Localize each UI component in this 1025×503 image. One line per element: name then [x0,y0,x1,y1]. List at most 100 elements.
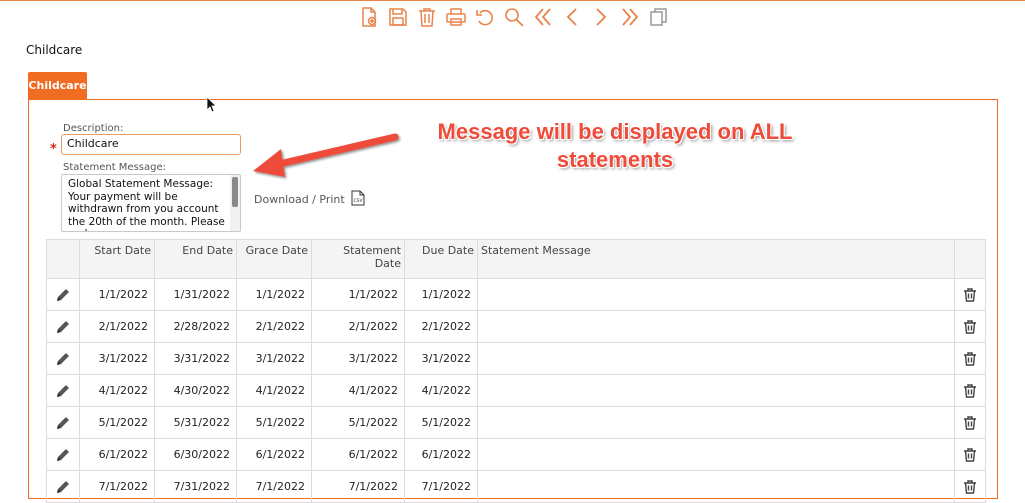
table-row: 6/1/2022 6/30/2022 6/1/2022 6/1/2022 6/1/202… [46,438,986,471]
cell-due-date: 7/1/2022 [404,470,478,503]
previous-icon[interactable] [557,4,586,30]
cell-grace-date: 2/1/2022 [236,310,312,343]
statement-message-field[interactable]: Global Statement Message: Your payment w… [61,174,241,232]
page-title: Childcare [26,43,83,57]
cell-statement-message [477,438,955,471]
first-icon[interactable] [528,4,557,30]
edit-pencil-icon[interactable] [46,470,80,503]
table-row: 5/1/2022 5/31/2022 5/1/2022 5/1/2022 5/1/202… [46,406,986,439]
trash-icon[interactable] [954,310,986,343]
cell-end-date: 4/30/2022 [154,374,237,407]
column-header-end-date: End Date [154,239,237,279]
trash-icon[interactable] [954,374,986,407]
trash-icon[interactable] [954,278,986,311]
statement-message-scrollbar[interactable] [230,175,240,231]
callout-annotation: Message will be displayed on ALL stateme… [437,119,793,172]
copy-icon[interactable] [644,4,673,30]
statement-message-label: Statement Message: [63,162,166,173]
edit-column-header [46,239,80,279]
new-document-icon[interactable] [354,4,383,30]
cell-start-date: 7/1/2022 [79,470,155,503]
column-header-statement-date: Statement Date [311,239,405,279]
cell-statement-date: 6/1/2022 [311,438,405,471]
edit-pencil-icon[interactable] [46,310,80,343]
cell-due-date: 6/1/2022 [404,438,478,471]
mouse-cursor-icon [206,96,217,113]
table-row: 2/1/2022 2/28/2022 2/1/2022 2/1/2022 2/1/202… [46,310,986,343]
cell-grace-date: 5/1/2022 [236,406,312,439]
column-header-statement-message: Statement Message [477,239,955,279]
cell-grace-date: 6/1/2022 [236,438,312,471]
column-header-start-date: Start Date [79,239,155,279]
cell-due-date: 3/1/2022 [404,342,478,375]
cell-statement-message [477,278,955,311]
cell-due-date: 1/1/2022 [404,278,478,311]
required-indicator: * [50,142,57,157]
cell-end-date: 5/31/2022 [154,406,237,439]
edit-pencil-icon[interactable] [46,342,80,375]
description-field[interactable]: Childcare [61,134,241,155]
trash-icon[interactable] [954,470,986,503]
cell-start-date: 1/1/2022 [79,278,155,311]
table-row: 3/1/2022 3/31/2022 3/1/2022 3/1/2022 3/1/202… [46,342,986,375]
trash-icon[interactable] [954,342,986,375]
cell-statement-date: 4/1/2022 [311,374,405,407]
cell-end-date: 1/31/2022 [154,278,237,311]
toolbar [354,4,673,30]
cell-statement-message [477,406,955,439]
cell-statement-date: 2/1/2022 [311,310,405,343]
table-row: 1/1/2022 1/31/2022 1/1/2022 1/1/2022 1/1/202… [46,278,986,311]
cell-end-date: 6/30/2022 [154,438,237,471]
cell-end-date: 2/28/2022 [154,310,237,343]
cell-due-date: 5/1/2022 [404,406,478,439]
print-icon[interactable] [441,4,470,30]
statement-message-text: Global Statement Message: Your payment w… [68,178,225,231]
svg-text:CSV: CSV [353,198,363,204]
cell-start-date: 3/1/2022 [79,342,155,375]
cell-start-date: 4/1/2022 [79,374,155,407]
trash-icon[interactable] [954,438,986,471]
top-border [0,0,1025,1]
next-icon[interactable] [586,4,615,30]
cell-end-date: 3/31/2022 [154,342,237,375]
tab-childcare[interactable]: Childcare [28,72,87,99]
cell-statement-date: 7/1/2022 [311,470,405,503]
search-icon[interactable] [499,4,528,30]
callout-arrow [253,133,399,177]
delete-column-header [954,239,986,279]
trash-icon[interactable] [954,406,986,439]
cell-statement-date: 1/1/2022 [311,278,405,311]
column-header-grace-date: Grace Date [236,239,312,279]
cell-statement-date: 3/1/2022 [311,342,405,375]
cell-end-date: 7/31/2022 [154,470,237,503]
cell-start-date: 5/1/2022 [79,406,155,439]
cell-statement-message [477,470,955,503]
cell-due-date: 4/1/2022 [404,374,478,407]
edit-pencil-icon[interactable] [46,278,80,311]
download-print-label: Download / Print [254,193,345,206]
cell-start-date: 2/1/2022 [79,310,155,343]
edit-pencil-icon[interactable] [46,374,80,407]
cell-statement-message [477,310,955,343]
csv-file-icon: CSV [351,190,365,209]
cell-statement-date: 5/1/2022 [311,406,405,439]
description-label: Description: [63,123,124,134]
cell-grace-date: 4/1/2022 [236,374,312,407]
cell-grace-date: 1/1/2022 [236,278,312,311]
cell-due-date: 2/1/2022 [404,310,478,343]
undo-icon[interactable] [470,4,499,30]
save-icon[interactable] [383,4,412,30]
cell-start-date: 6/1/2022 [79,438,155,471]
edit-pencil-icon[interactable] [46,406,80,439]
cell-statement-message [477,342,955,375]
edit-pencil-icon[interactable] [46,438,80,471]
table-header-row: Start Date End Date Grace Date Statement… [46,239,986,279]
download-print-link[interactable]: Download / Print CSV [254,190,365,209]
statement-schedule-table: Start Date End Date Grace Date Statement… [46,239,986,503]
table-row: 7/1/2022 7/31/2022 7/1/2022 7/1/2022 7/1/202… [46,470,986,503]
delete-icon[interactable] [412,4,441,30]
last-icon[interactable] [615,4,644,30]
cell-grace-date: 3/1/2022 [236,342,312,375]
cell-grace-date: 7/1/2022 [236,470,312,503]
cell-statement-message [477,374,955,407]
